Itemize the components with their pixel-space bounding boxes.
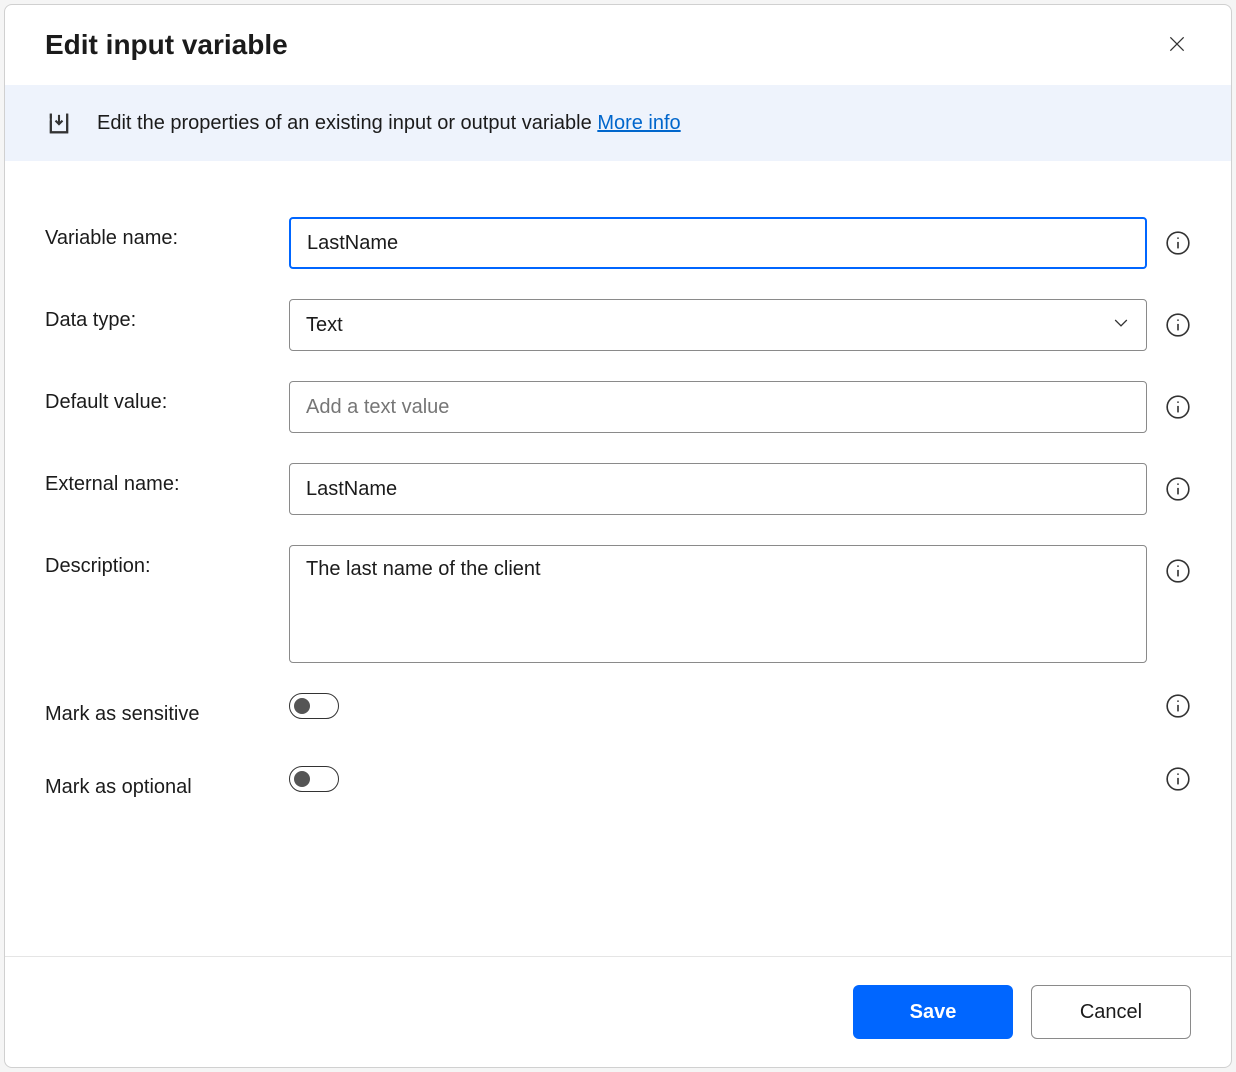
- toggle-knob: [294, 771, 310, 787]
- form-body: Variable name: Data type:: [5, 161, 1231, 956]
- data-type-select[interactable]: [289, 299, 1147, 351]
- close-icon: [1167, 34, 1187, 57]
- close-button[interactable]: [1163, 30, 1191, 61]
- variable-name-input[interactable]: [289, 217, 1147, 269]
- label-default-value: Default value:: [45, 381, 289, 414]
- info-icon[interactable]: [1165, 558, 1191, 584]
- info-icon[interactable]: [1165, 394, 1191, 420]
- save-button[interactable]: Save: [853, 985, 1013, 1039]
- download-box-icon: [45, 109, 73, 137]
- row-description: Description: The last name of the client: [45, 545, 1191, 663]
- banner-text: Edit the properties of an existing input…: [97, 112, 681, 135]
- row-data-type: Data type:: [45, 299, 1191, 351]
- info-icon[interactable]: [1165, 693, 1191, 719]
- dialog-footer: Save Cancel: [5, 956, 1231, 1067]
- info-icon[interactable]: [1165, 476, 1191, 502]
- info-icon[interactable]: [1165, 312, 1191, 338]
- toggle-knob: [294, 698, 310, 714]
- label-external-name: External name:: [45, 463, 289, 496]
- row-variable-name: Variable name:: [45, 217, 1191, 269]
- label-data-type: Data type:: [45, 299, 289, 332]
- mark-optional-toggle[interactable]: [289, 766, 339, 792]
- row-default-value: Default value:: [45, 381, 1191, 433]
- banner-message: Edit the properties of an existing input…: [97, 112, 597, 134]
- row-mark-sensitive: Mark as sensitive: [45, 693, 1191, 726]
- label-variable-name: Variable name:: [45, 217, 289, 250]
- label-description: Description:: [45, 545, 289, 578]
- external-name-input[interactable]: [289, 463, 1147, 515]
- description-input[interactable]: The last name of the client: [289, 545, 1147, 663]
- row-mark-optional: Mark as optional: [45, 766, 1191, 799]
- info-banner: Edit the properties of an existing input…: [5, 85, 1231, 161]
- row-external-name: External name:: [45, 463, 1191, 515]
- info-icon[interactable]: [1165, 766, 1191, 792]
- edit-input-variable-dialog: Edit input variable Edit the properties …: [4, 4, 1232, 1068]
- label-mark-optional: Mark as optional: [45, 766, 289, 799]
- dialog-header: Edit input variable: [5, 5, 1231, 85]
- info-icon[interactable]: [1165, 230, 1191, 256]
- label-mark-sensitive: Mark as sensitive: [45, 693, 289, 726]
- more-info-link[interactable]: More info: [597, 112, 680, 134]
- dialog-title: Edit input variable: [45, 29, 288, 61]
- cancel-button[interactable]: Cancel: [1031, 985, 1191, 1039]
- mark-sensitive-toggle[interactable]: [289, 693, 339, 719]
- default-value-input[interactable]: [289, 381, 1147, 433]
